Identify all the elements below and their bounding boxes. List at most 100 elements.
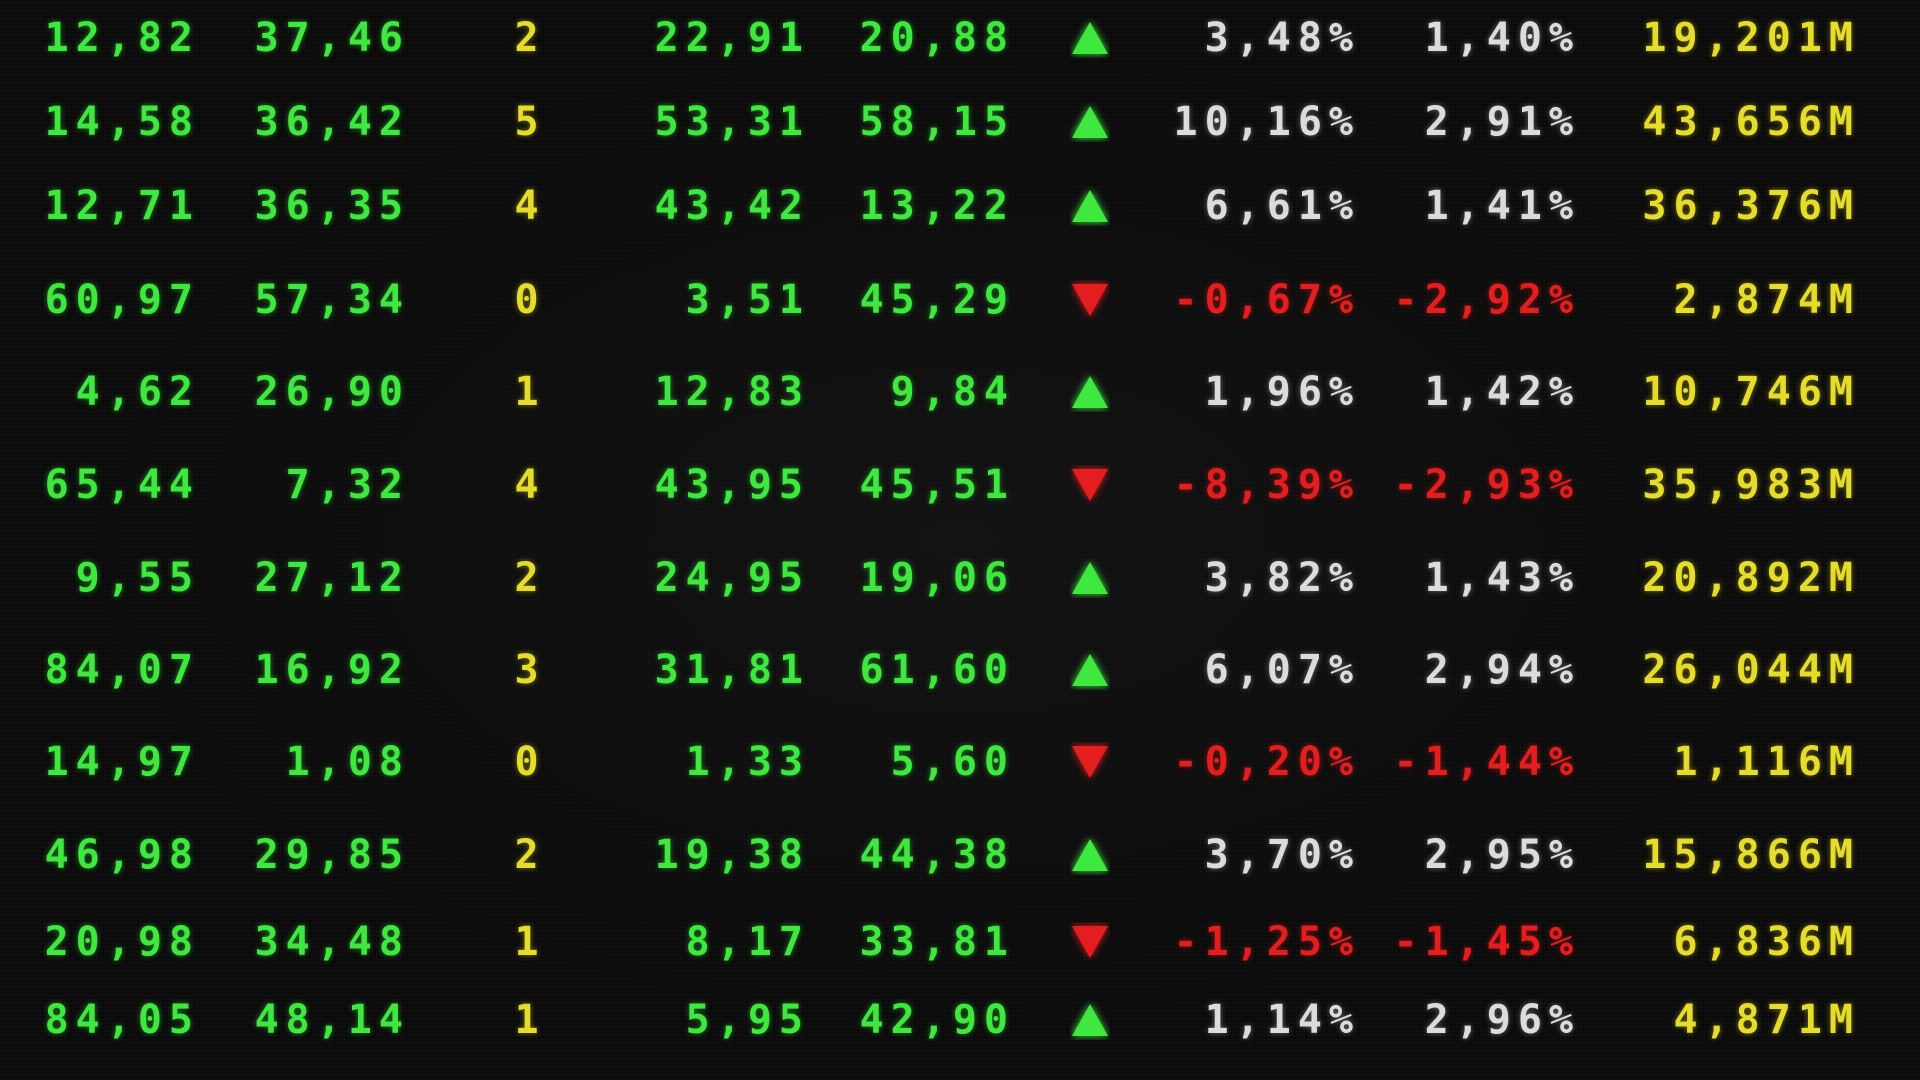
change-percent-secondary: 2,96% — [1424, 997, 1580, 1043]
open-value: 34,48 — [254, 919, 410, 965]
open-value: 16,92 — [254, 647, 410, 693]
change-percent-secondary: 2,91% — [1424, 99, 1580, 145]
ticker-row: 60,97 57,34 0 3,51 45,29 -0,67% -2,92% 2,874M — [0, 270, 1920, 330]
low-value: 20,88 — [859, 15, 1015, 61]
open-value: 27,12 — [254, 555, 410, 601]
count-value: 4 — [514, 462, 546, 508]
volume-value: 26,044M — [1642, 647, 1860, 693]
low-value: 33,81 — [859, 919, 1015, 965]
count-value: 4 — [514, 183, 546, 229]
high-value: 24,95 — [654, 555, 810, 601]
ticker-row: 14,97 1,08 0 1,33 5,60 -0,20% -1,44% 1,116M — [0, 732, 1920, 792]
price-value: 14,97 — [44, 739, 200, 785]
open-value: 7,32 — [285, 462, 410, 508]
price-value: 60,97 — [44, 277, 200, 323]
open-value: 36,35 — [254, 183, 410, 229]
change-percent-secondary: 1,42% — [1424, 369, 1580, 415]
price-value: 65,44 — [44, 462, 200, 508]
volume-value: 10,746M — [1642, 369, 1860, 415]
open-value: 37,46 — [254, 15, 410, 61]
up-arrow-icon — [1070, 1000, 1110, 1040]
ticker-row: 9,55 27,12 2 24,95 19,06 3,82% 1,43% 20,892M — [0, 548, 1920, 608]
high-value: 53,31 — [654, 99, 810, 145]
count-value: 3 — [514, 647, 546, 693]
high-value: 19,38 — [654, 832, 810, 878]
change-percent-secondary: -2,93% — [1393, 462, 1580, 508]
volume-value: 6,836M — [1673, 919, 1860, 965]
volume-value: 1,116M — [1673, 739, 1860, 785]
count-value: 1 — [514, 997, 546, 1043]
ticker-row: 20,98 34,48 1 8,17 33,81 -1,25% -1,45% 6,836M — [0, 912, 1920, 972]
ticker-row: 84,07 16,92 3 31,81 61,60 6,07% 2,94% 26,044M — [0, 640, 1920, 700]
open-value: 48,14 — [254, 997, 410, 1043]
ticker-row: 65,44 7,32 4 43,95 45,51 -8,39% -2,93% 35,983M — [0, 455, 1920, 515]
open-value: 1,08 — [285, 739, 410, 785]
high-value: 3,51 — [685, 277, 810, 323]
up-arrow-icon — [1070, 372, 1110, 412]
down-arrow-icon — [1070, 742, 1110, 782]
count-value: 0 — [514, 277, 546, 323]
price-value: 12,71 — [44, 183, 200, 229]
change-percent: 6,61% — [1204, 183, 1360, 229]
change-percent: 10,16% — [1173, 99, 1360, 145]
volume-value: 43,656M — [1642, 99, 1860, 145]
low-value: 44,38 — [859, 832, 1015, 878]
change-percent: 1,14% — [1204, 997, 1360, 1043]
change-percent: 1,96% — [1204, 369, 1360, 415]
high-value: 31,81 — [654, 647, 810, 693]
low-value: 13,22 — [859, 183, 1015, 229]
price-value: 84,05 — [44, 997, 200, 1043]
change-percent-secondary: 1,41% — [1424, 183, 1580, 229]
change-percent-secondary: 2,94% — [1424, 647, 1580, 693]
price-value: 14,58 — [44, 99, 200, 145]
ticker-row: 4,62 26,90 1 12,83 9,84 1,96% 1,42% 10,746M — [0, 362, 1920, 422]
count-value: 1 — [514, 919, 546, 965]
change-percent-secondary: 2,95% — [1424, 832, 1580, 878]
count-value: 2 — [514, 15, 546, 61]
volume-value: 19,201M — [1642, 15, 1860, 61]
ticker-row: 46,98 29,85 2 19,38 44,38 3,70% 2,95% 15,866M — [0, 825, 1920, 885]
low-value: 5,60 — [890, 739, 1015, 785]
ticker-row: 12,71 36,35 4 43,42 13,22 6,61% 1,41% 36,376M — [0, 176, 1920, 236]
up-arrow-icon — [1070, 650, 1110, 690]
price-value: 84,07 — [44, 647, 200, 693]
open-value: 57,34 — [254, 277, 410, 323]
high-value: 43,42 — [654, 183, 810, 229]
high-value: 22,91 — [654, 15, 810, 61]
low-value: 9,84 — [890, 369, 1015, 415]
price-value: 4,62 — [75, 369, 200, 415]
change-percent: 3,48% — [1204, 15, 1360, 61]
open-value: 36,42 — [254, 99, 410, 145]
up-arrow-icon — [1070, 186, 1110, 226]
price-value: 20,98 — [44, 919, 200, 965]
volume-value: 35,983M — [1642, 462, 1860, 508]
high-value: 5,95 — [685, 997, 810, 1043]
ticker-row: 84,05 48,14 1 5,95 42,90 1,14% 2,96% 4,871M — [0, 990, 1920, 1050]
change-percent-secondary: 1,40% — [1424, 15, 1580, 61]
change-percent: -0,20% — [1173, 739, 1360, 785]
up-arrow-icon — [1070, 558, 1110, 598]
volume-value: 20,892M — [1642, 555, 1860, 601]
change-percent: -0,67% — [1173, 277, 1360, 323]
change-percent: -1,25% — [1173, 919, 1360, 965]
high-value: 1,33 — [685, 739, 810, 785]
change-percent: 3,82% — [1204, 555, 1360, 601]
low-value: 19,06 — [859, 555, 1015, 601]
volume-value: 36,376M — [1642, 183, 1860, 229]
volume-value: 4,871M — [1673, 997, 1860, 1043]
down-arrow-icon — [1070, 465, 1110, 505]
price-value: 46,98 — [44, 832, 200, 878]
up-arrow-icon — [1070, 102, 1110, 142]
high-value: 43,95 — [654, 462, 810, 508]
price-value: 12,82 — [44, 15, 200, 61]
change-percent-secondary: -1,44% — [1393, 739, 1580, 785]
up-arrow-icon — [1070, 835, 1110, 875]
volume-value: 2,874M — [1673, 277, 1860, 323]
open-value: 26,90 — [254, 369, 410, 415]
up-arrow-icon — [1070, 18, 1110, 58]
count-value: 1 — [514, 369, 546, 415]
change-percent-secondary: -1,45% — [1393, 919, 1580, 965]
low-value: 45,29 — [859, 277, 1015, 323]
count-value: 0 — [514, 739, 546, 785]
high-value: 8,17 — [685, 919, 810, 965]
